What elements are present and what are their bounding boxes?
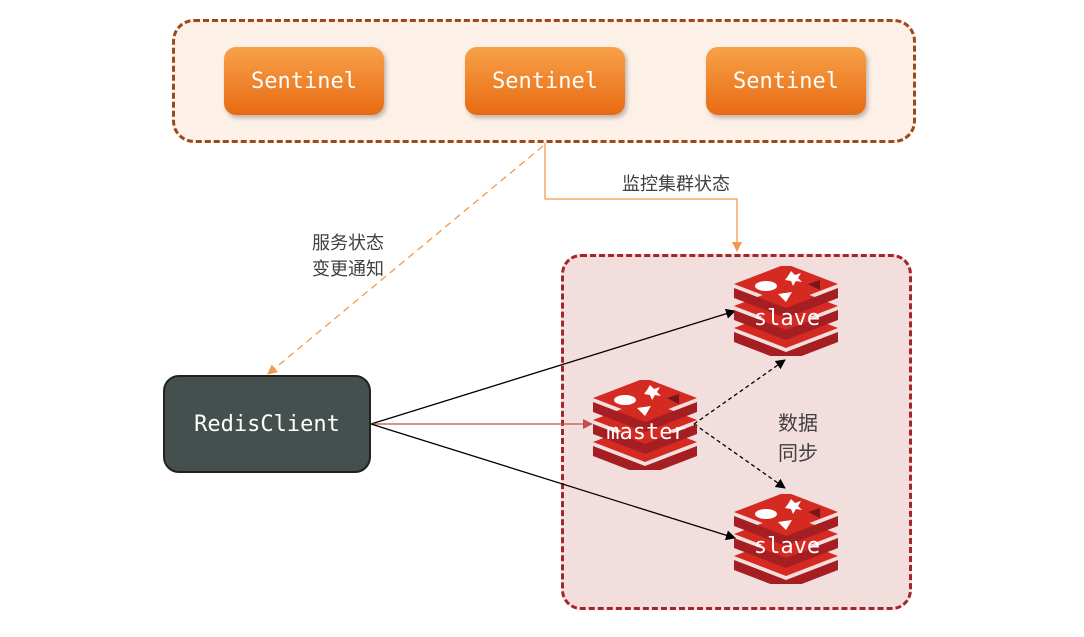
- slave-top-label: slave: [753, 306, 821, 331]
- sync-arrow-bottom: [693, 423, 786, 489]
- slave-bottom-label: slave: [753, 534, 821, 559]
- master-node: master: [591, 378, 701, 476]
- slave-top-node: slave: [732, 264, 842, 362]
- notify-arrow: [267, 145, 544, 375]
- slave-bottom-node: slave: [732, 492, 842, 590]
- master-label: master: [606, 420, 686, 445]
- monitor-arrow: [544, 143, 742, 252]
- sync-arrow-top: [693, 359, 786, 425]
- connector-layer: [267, 143, 786, 541]
